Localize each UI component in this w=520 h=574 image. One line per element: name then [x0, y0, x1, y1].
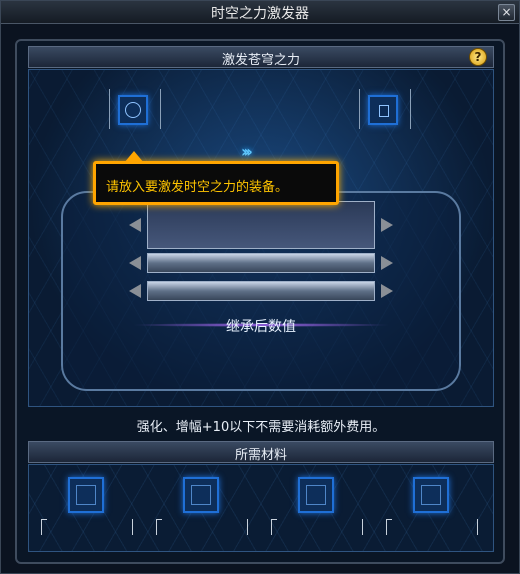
- arrow-right-icon[interactable]: [381, 284, 393, 298]
- materials-header: 所需材料: [28, 441, 494, 463]
- stat-row: [147, 253, 375, 273]
- material-count-frame: [41, 519, 133, 535]
- progress-chevrons-icon: ›››: [241, 142, 253, 161]
- panel-header: 激发苍穹之力 ?: [28, 46, 494, 68]
- material-count-frame: [156, 519, 248, 535]
- inherit-value-label: 继承后数值: [226, 319, 296, 335]
- material-slot[interactable]: [68, 477, 104, 513]
- material-slot-inner: [421, 485, 441, 505]
- material-slot-inner: [306, 485, 326, 505]
- material-slot-inner: [76, 485, 96, 505]
- arrow-right-icon[interactable]: [381, 256, 393, 270]
- window-title: 时空之力激发器: [211, 6, 309, 22]
- arrow-left-icon[interactable]: [129, 218, 141, 232]
- help-icon[interactable]: ?: [469, 48, 487, 66]
- equipment-slot-icon: [125, 102, 141, 118]
- material-count-frame: [386, 519, 478, 535]
- hint-tooltip: 请放入要激发时空之力的装备。: [93, 151, 339, 205]
- activator-window: 时空之力激发器 × 激发苍穹之力 ? ››› 继承后数值 强化、增幅+10以下不…: [0, 0, 520, 574]
- stat-row: [147, 201, 375, 249]
- close-button[interactable]: ×: [498, 4, 515, 21]
- material-slot-inner: [191, 485, 211, 505]
- arrow-left-icon[interactable]: [129, 284, 141, 298]
- panel-title: 激发苍穹之力: [221, 53, 300, 68]
- material-count-frame: [271, 519, 363, 535]
- materials-title: 所需材料: [234, 448, 287, 463]
- arrow-left-icon[interactable]: [129, 256, 141, 270]
- tooltip-pointer: [124, 151, 144, 163]
- material-slot[interactable]: [413, 477, 449, 513]
- material-slot[interactable]: [298, 477, 334, 513]
- material-slot[interactable]: [183, 477, 219, 513]
- stat-row: [147, 281, 375, 301]
- tooltip-text: 请放入要激发时空之力的装备。: [106, 180, 289, 195]
- title-bar[interactable]: 时空之力激发器 ×: [1, 1, 519, 24]
- result-slot[interactable]: [368, 95, 398, 125]
- equipment-slot[interactable]: [118, 95, 148, 125]
- cost-info-text: 强化、增幅+10以下不需要消耗额外费用。: [136, 420, 386, 435]
- lock-icon: [379, 105, 389, 117]
- arrow-right-icon[interactable]: [381, 218, 393, 232]
